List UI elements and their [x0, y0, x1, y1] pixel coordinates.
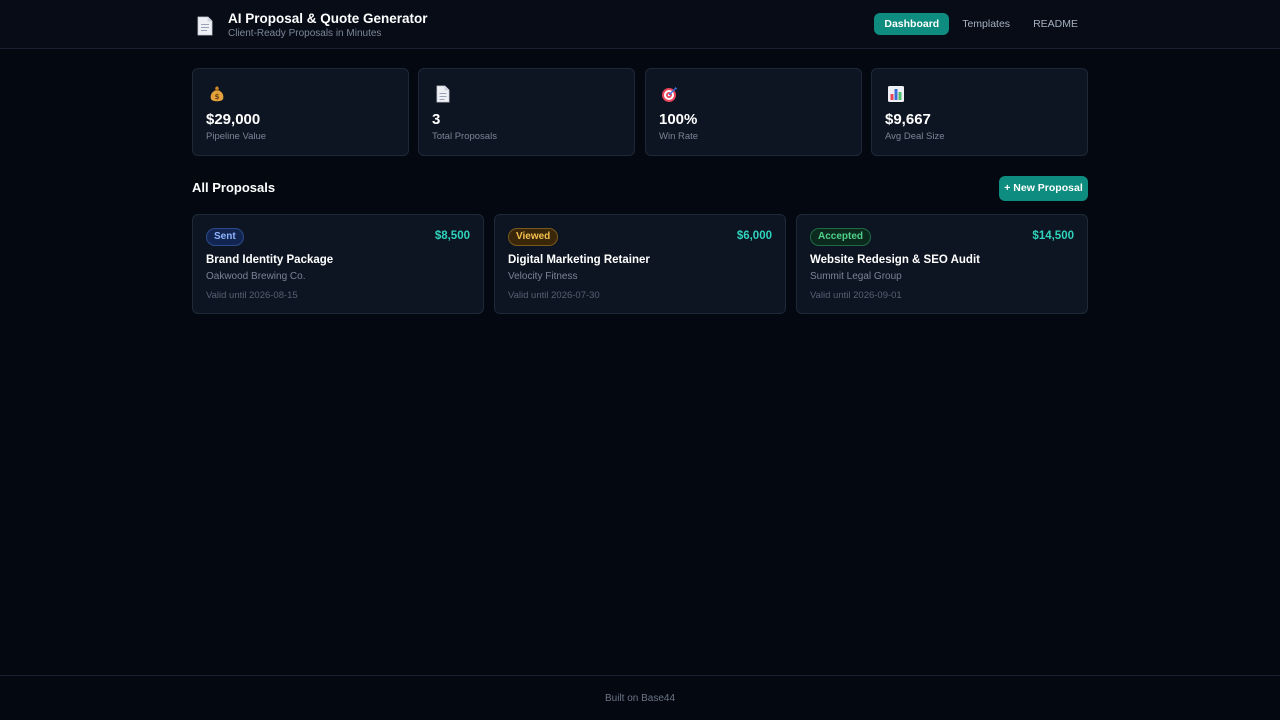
stat-card-total-proposals: 3 Total Proposals [418, 68, 635, 156]
stat-value: 3 [432, 111, 441, 128]
proposal-card[interactable]: Sent $8,500 Brand Identity Package Oakwo… [192, 214, 484, 314]
proposal-amount: $14,500 [1032, 230, 1074, 242]
proposal-amount: $8,500 [434, 230, 470, 242]
proposal-valid-until: Valid until 2026-09-01 [810, 290, 902, 301]
stat-card-pipeline-value: $ $29,000 Pipeline Value [192, 68, 409, 156]
proposal-amount: $6,000 [736, 230, 772, 242]
stat-card-win-rate: 100% Win Rate [645, 68, 862, 156]
status-badge: Sent [206, 228, 244, 246]
stat-label: Pipeline Value [206, 131, 267, 142]
document-icon [196, 11, 228, 41]
svg-text:$: $ [215, 93, 220, 101]
proposal-card[interactable]: Accepted $14,500 Website Redesign & SEO … [796, 214, 1088, 314]
nav-readme[interactable]: README [1023, 13, 1088, 35]
proposal-title: Website Redesign & SEO Audit [810, 254, 980, 266]
proposal-client: Oakwood Brewing Co. [206, 271, 306, 282]
nav-templates[interactable]: Templates [952, 13, 1020, 35]
proposal-valid-until: Valid until 2026-07-30 [508, 290, 600, 301]
proposal-client: Summit Legal Group [810, 271, 902, 282]
app-subtitle: Client-Ready Proposals in Minutes [228, 28, 382, 39]
footer: Built on Base44 [0, 675, 1280, 720]
stat-value: $29,000 [206, 111, 261, 128]
footer-text: Built on Base44 [604, 693, 676, 704]
proposal-valid-until: Valid until 2026-08-15 [206, 290, 298, 301]
proposal-card[interactable]: Viewed $6,000 Digital Marketing Retainer… [494, 214, 786, 314]
section-title: All Proposals [192, 180, 276, 195]
top-nav: Dashboard Templates README [871, 13, 1088, 35]
stat-value: $9,667 [885, 111, 931, 128]
stat-label: Total Proposals [432, 131, 497, 142]
proposal-client: Velocity Fitness [508, 271, 578, 282]
stat-label: Win Rate [659, 131, 699, 142]
stat-label: Avg Deal Size [885, 131, 945, 142]
new-proposal-button[interactable]: + New Proposal [999, 176, 1088, 201]
status-badge: Accepted [810, 228, 872, 246]
brand: AI Proposal & Quote Generator Client-Rea… [196, 11, 428, 41]
app-header: AI Proposal & Quote Generator Client-Rea… [0, 0, 1280, 49]
app-title: AI Proposal & Quote Generator [228, 11, 428, 26]
status-badge: Viewed [508, 228, 559, 246]
proposal-title: Digital Marketing Retainer [508, 254, 650, 266]
brand-text: AI Proposal & Quote Generator Client-Rea… [228, 11, 428, 40]
stat-value: 100% [659, 111, 698, 128]
stat-card-avg-deal-size: $9,667 Avg Deal Size [871, 68, 1088, 156]
nav-dashboard[interactable]: Dashboard [874, 13, 950, 35]
proposal-title: Brand Identity Package [206, 254, 334, 266]
